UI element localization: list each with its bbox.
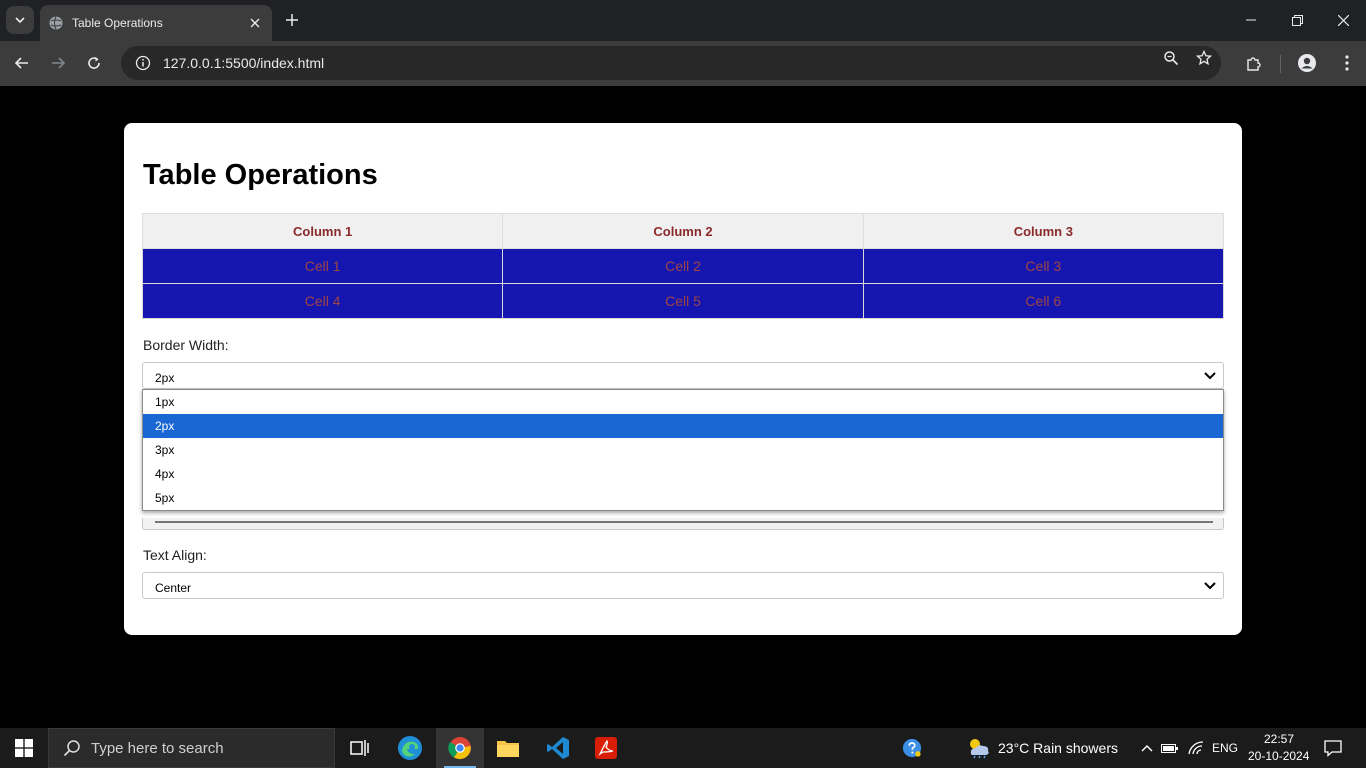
- slider-track[interactable]: [155, 521, 1213, 523]
- minimize-icon: [1246, 19, 1256, 21]
- notification-icon[interactable]: [1323, 738, 1343, 758]
- url-text: 127.0.0.1:5500/index.html: [163, 55, 325, 71]
- chevron-down-icon: [1203, 369, 1217, 383]
- new-tab-button[interactable]: [280, 8, 304, 32]
- toolbar-divider: [1280, 55, 1281, 73]
- weather-text[interactable]: 23°C Rain showers: [998, 740, 1118, 756]
- zoom-icon[interactable]: [1161, 48, 1181, 68]
- reload-icon: [88, 57, 100, 69]
- border-width-dropdown-list: 1px 2px 3px 4px 5px: [142, 389, 1224, 511]
- windows-logo-icon: [15, 739, 33, 757]
- table-cell: Cell 2: [502, 248, 864, 284]
- border-width-label: Border Width:: [143, 337, 229, 353]
- chevron-down-icon: [15, 17, 25, 24]
- clock-date[interactable]: 20-10-2024: [1248, 749, 1309, 763]
- table-row: Cell 4 Cell 5 Cell 6: [141, 283, 1225, 319]
- acrobat-icon: [595, 737, 617, 759]
- taskbar-chrome[interactable]: [436, 728, 484, 768]
- minimize-button[interactable]: [1228, 0, 1274, 40]
- start-button[interactable]: [0, 728, 48, 768]
- table-row: Cell 1 Cell 2 Cell 3: [141, 248, 1225, 284]
- folder-icon: [497, 741, 519, 757]
- browser-tab-bar: Table Operations: [0, 0, 1366, 41]
- table-cell: Cell 3: [862, 248, 1225, 284]
- vscode-icon: [547, 737, 569, 759]
- profile-avatar-icon[interactable]: [1293, 49, 1321, 77]
- arrow-right-icon: [52, 57, 66, 69]
- text-align-select[interactable]: Center: [142, 572, 1224, 599]
- dropdown-option[interactable]: 1px: [143, 390, 1223, 414]
- table-cell: Cell 5: [502, 283, 864, 319]
- text-align-value: Center: [155, 581, 192, 595]
- table-header-row: Column 1 Column 2 Column 3: [141, 213, 1225, 249]
- help-icon[interactable]: [902, 738, 922, 758]
- forward-button[interactable]: [44, 49, 72, 77]
- taskbar-search-box[interactable]: Type here to search: [48, 728, 335, 768]
- chevron-down-icon: [1203, 579, 1217, 593]
- weather-icon[interactable]: [966, 738, 992, 759]
- bookmark-star-icon[interactable]: [1194, 48, 1214, 68]
- text-align-label: Text Align:: [143, 547, 207, 563]
- back-button[interactable]: [8, 49, 36, 77]
- table-cell: Cell 6: [862, 283, 1225, 319]
- column-header: Column 3: [862, 213, 1225, 249]
- chevron-up-icon[interactable]: [1137, 738, 1157, 758]
- taskbar-search-placeholder: Type here to search: [91, 739, 224, 757]
- restore-icon: [1291, 14, 1303, 26]
- info-icon: [135, 55, 151, 71]
- table-cell: Cell 4: [141, 283, 504, 319]
- address-bar[interactable]: 127.0.0.1:5500/index.html: [121, 46, 1221, 80]
- arrow-left-icon: [14, 57, 28, 69]
- tab-search-button[interactable]: [6, 6, 34, 34]
- edge-icon: [398, 736, 422, 760]
- browser-tab[interactable]: Table Operations: [40, 5, 272, 41]
- border-width-select[interactable]: 2px: [142, 362, 1224, 389]
- close-window-button[interactable]: [1320, 0, 1366, 40]
- browser-toolbar: 127.0.0.1:5500/index.html: [0, 41, 1366, 86]
- table-cell: Cell 1: [141, 248, 504, 284]
- taskbar-acrobat[interactable]: [582, 728, 630, 768]
- plus-icon: [286, 14, 298, 26]
- column-header: Column 2: [502, 213, 864, 249]
- task-view-icon: [350, 740, 369, 756]
- data-table: Column 1 Column 2 Column 3 Cell 1 Cell 2…: [141, 213, 1225, 319]
- reload-button[interactable]: [80, 49, 108, 77]
- language-indicator[interactable]: ENG: [1212, 741, 1238, 755]
- taskbar-file-explorer[interactable]: [484, 728, 532, 768]
- globe-icon: [48, 15, 64, 31]
- close-icon: [1337, 14, 1349, 26]
- menu-kebab-icon[interactable]: [1333, 49, 1361, 77]
- dropdown-option[interactable]: 3px: [143, 438, 1223, 462]
- tab-close-icon[interactable]: [246, 14, 264, 32]
- column-header: Column 1: [141, 213, 504, 249]
- tab-title: Table Operations: [72, 16, 163, 30]
- battery-icon[interactable]: [1160, 738, 1180, 758]
- clock-time[interactable]: 22:57: [1264, 732, 1294, 746]
- extensions-icon[interactable]: [1240, 49, 1268, 77]
- restore-button[interactable]: [1274, 0, 1320, 40]
- dropdown-option[interactable]: 5px: [143, 486, 1223, 510]
- search-icon: [63, 740, 80, 757]
- border-width-value: 2px: [155, 371, 175, 385]
- chrome-icon: [448, 737, 471, 760]
- taskbar-edge[interactable]: [386, 728, 434, 768]
- content-card: Table Operations Column 1 Column 2 Colum…: [124, 123, 1242, 635]
- dropdown-option-selected[interactable]: 2px: [143, 414, 1223, 438]
- wifi-icon[interactable]: [1186, 738, 1206, 758]
- slider-container: [142, 518, 1224, 530]
- dropdown-option[interactable]: 4px: [143, 462, 1223, 486]
- taskbar: Type here to search 23°C Rain showers EN…: [0, 728, 1366, 768]
- page-title: Table Operations: [143, 159, 378, 191]
- task-view-button[interactable]: [336, 728, 384, 768]
- taskbar-vscode[interactable]: [534, 728, 582, 768]
